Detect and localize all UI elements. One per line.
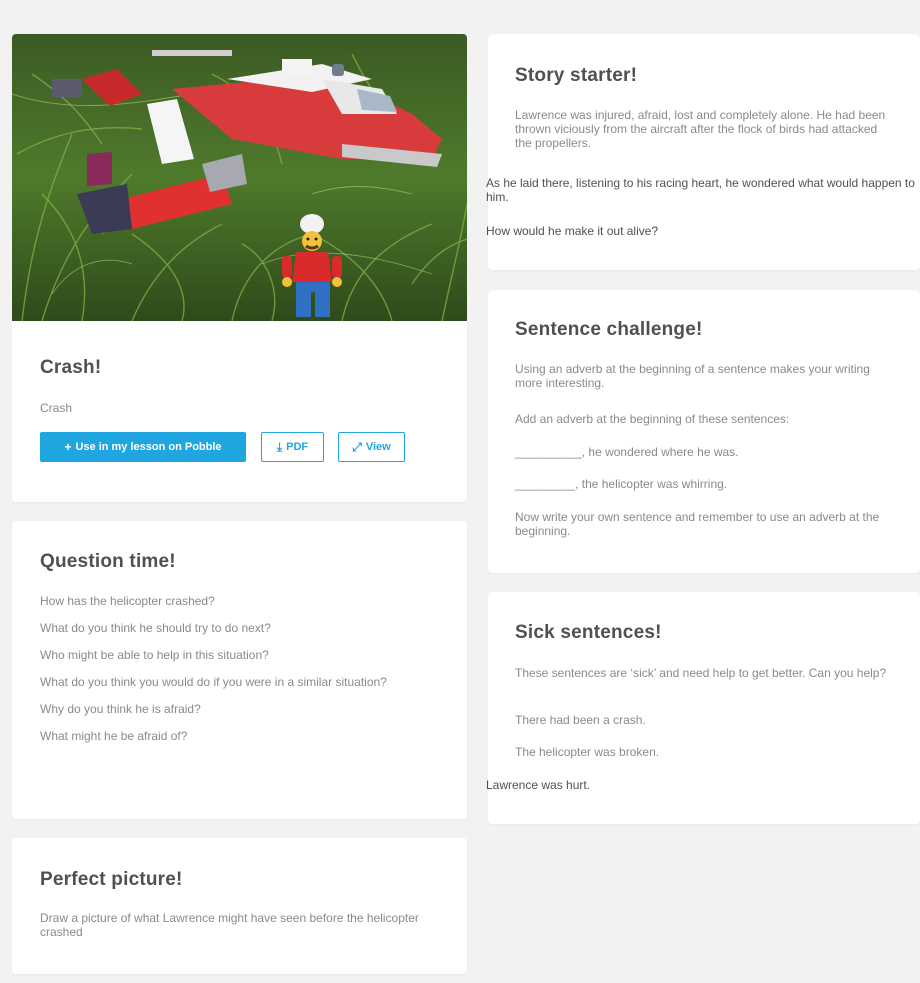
question-time-card: Question time! How has the helicopter cr… [12,521,467,819]
sentence-challenge-paragraph: Add an adverb at the beginning of these … [515,412,790,426]
pdf-label: PDF [286,441,309,453]
question-time-title: Question time! [40,551,176,572]
use-in-lesson-button[interactable]: + Use in my lesson on Pobble [40,432,246,462]
card-subtitle: Crash [40,401,73,415]
sentence-challenge-paragraph: Now write your own sentence and remember… [515,510,880,538]
sentence-challenge-title: Sentence challenge! [515,319,703,340]
sick-sentences-card: Sick sentences! These sentences are ‘sic… [486,592,920,824]
list-item: What do you think he should try to do ne… [40,621,271,635]
plus-icon: + [64,440,72,454]
hero-image [12,34,467,321]
story-starter-paragraph: How would he make it out alive? [486,224,659,238]
resource-card-crash: Crash! Crash + Use in my lesson on Pobbl… [12,34,467,502]
list-item: How has the helicopter crashed? [40,594,215,608]
sick-sentences-paragraph: These sentences are ‘sick’ and need help… [515,666,887,680]
download-icon: ⤓ [276,439,283,454]
sentence-challenge-paragraph: __________, he wondered where he was. [515,445,739,459]
sentence-challenge-card: Sentence challenge! Using an adverb at t… [488,290,920,573]
list-item: Why do you think he is afraid? [40,702,201,716]
perfect-picture-title: Perfect picture! [40,869,183,890]
card-title: Crash! [40,357,102,378]
pdf-download-button[interactable]: ⤓ PDF [261,432,324,462]
sentence-challenge-paragraph: _________, the helicopter was whirring. [515,477,728,491]
story-starter-paragraph: Lawrence was injured, afraid, lost and c… [515,108,886,150]
perfect-picture-card: Perfect picture! Draw a picture of what … [12,838,467,974]
story-starter-card: Story starter! Lawrence was injured, afr… [486,34,920,270]
view-button[interactable]: ⤢ View [338,432,405,462]
sick-sentences-paragraph: Lawrence was hurt. [486,778,591,792]
view-label: View [365,441,391,453]
list-item: What might he be afraid of? [40,729,188,743]
sick-sentences-paragraph: The helicopter was broken. [515,745,660,759]
perfect-picture-text: Draw a picture of what Lawrence might ha… [40,911,419,939]
expand-icon: ⤢ [352,439,362,454]
sentence-challenge-paragraph: Using an adverb at the beginning of a se… [515,362,870,390]
story-starter-paragraph: As he laid there, listening to his racin… [486,176,915,204]
list-item: What do you think you would do if you we… [40,675,387,689]
sick-sentences-title: Sick sentences! [515,622,662,643]
sick-sentences-paragraph: There had been a crash. [515,713,646,727]
list-item: Who might be able to help in this situat… [40,648,269,662]
use-in-lesson-label: Use in my lesson on Pobble [75,441,222,453]
question-list: How has the helicopter crashed? What do … [40,594,440,756]
story-starter-title: Story starter! [515,65,638,86]
